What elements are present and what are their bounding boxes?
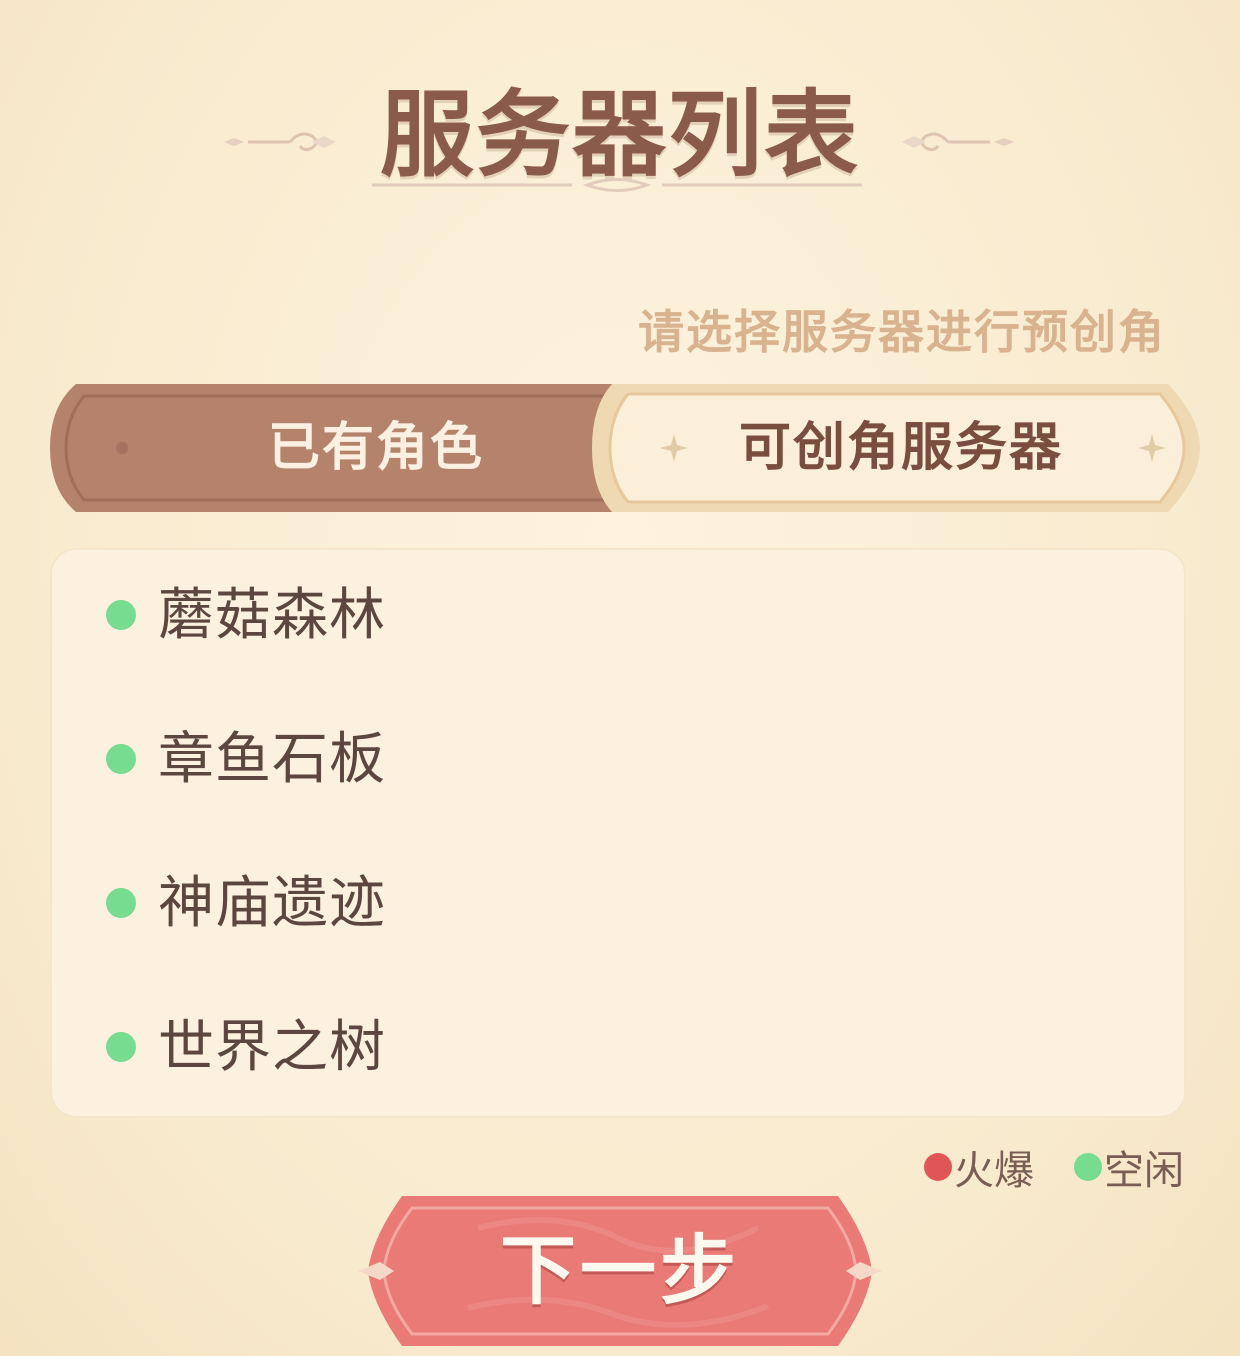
title-ornament-right-icon (902, 132, 1014, 152)
status-idle-dot (106, 1032, 136, 1062)
server-name: 神庙遗迹 (158, 871, 386, 936)
server-name: 世界之树 (158, 1015, 386, 1080)
status-idle-dot (106, 600, 136, 630)
legend-hot-label: 火爆 (954, 1148, 1034, 1194)
server-item-temple-ruins[interactable]: 神庙遗迹 (50, 836, 1186, 980)
legend-idle-label: 空闲 (1104, 1148, 1184, 1194)
server-name: 蘑菇森林 (158, 583, 386, 648)
server-name: 章鱼石板 (158, 727, 386, 792)
server-item-world-tree[interactable]: 世界之树 (50, 980, 1186, 1124)
status-idle-dot (106, 744, 136, 774)
tab-creatable-label: 可创角服务器 (738, 418, 1063, 478)
server-item-octopus-slate[interactable]: 章鱼石板 (50, 692, 1186, 836)
hot-dot-icon (924, 1153, 952, 1181)
legend-hot: 火爆 (924, 1138, 1034, 1196)
title-area: 服务器列表 (0, 70, 1240, 210)
sparkle-right-icon (1138, 434, 1166, 462)
next-step-label: 下一步 (500, 1226, 740, 1315)
tab-owned-characters[interactable]: 已有角色 (36, 378, 612, 518)
server-tabs: 已有角色 可创角服务器 (36, 378, 1208, 518)
instruction-text: 请选择服务器进行预创角 (638, 305, 1166, 359)
server-list: 蘑菇森林 章鱼石板 神庙遗迹 世界之树 (50, 548, 1186, 1118)
title-underline-icon (372, 178, 862, 192)
idle-dot-icon (1074, 1153, 1102, 1181)
status-legend: 火爆 空闲 (884, 1140, 1184, 1194)
status-idle-dot (106, 888, 136, 918)
tab-owned-label: 已有角色 (267, 418, 484, 478)
server-item-mushroom-forest[interactable]: 蘑菇森林 (50, 548, 1186, 692)
next-step-button[interactable]: 下一步 (358, 1188, 882, 1354)
legend-idle: 空闲 (1074, 1138, 1184, 1196)
sparkle-left-icon (660, 434, 688, 462)
